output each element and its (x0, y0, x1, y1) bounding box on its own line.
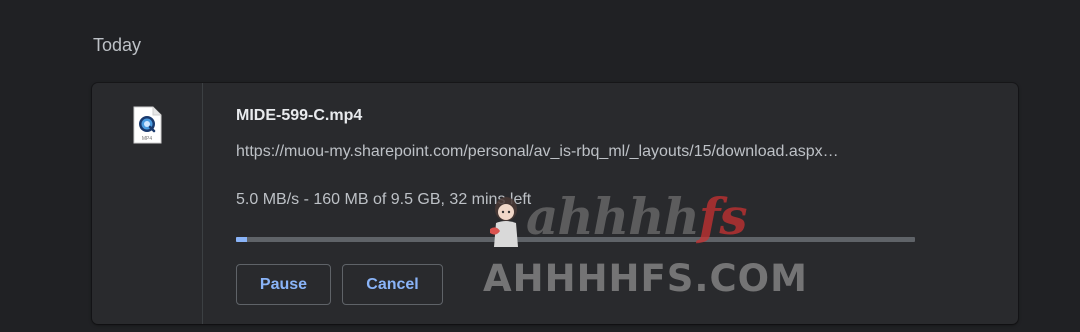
download-status-text: 5.0 MB/s - 160 MB of 9.5 GB, 32 mins lef… (236, 191, 532, 208)
download-item-card: MP4 MIDE-599-C.mp4 https://muou-my.share… (92, 83, 1018, 324)
download-progress-bar (236, 237, 915, 242)
section-date-header: Today (93, 35, 142, 55)
file-icon-column: MP4 (92, 83, 203, 324)
pause-button[interactable]: Pause (236, 264, 331, 305)
file-name-link[interactable]: MIDE-599-C.mp4 (236, 107, 362, 125)
cancel-button[interactable]: Cancel (342, 264, 443, 305)
source-url-link[interactable]: https://muou-my.sharepoint.com/personal/… (236, 143, 926, 161)
mp4-file-icon[interactable]: MP4 (132, 106, 162, 144)
download-progress-fill (236, 237, 248, 242)
file-type-label: MP4 (142, 136, 153, 142)
